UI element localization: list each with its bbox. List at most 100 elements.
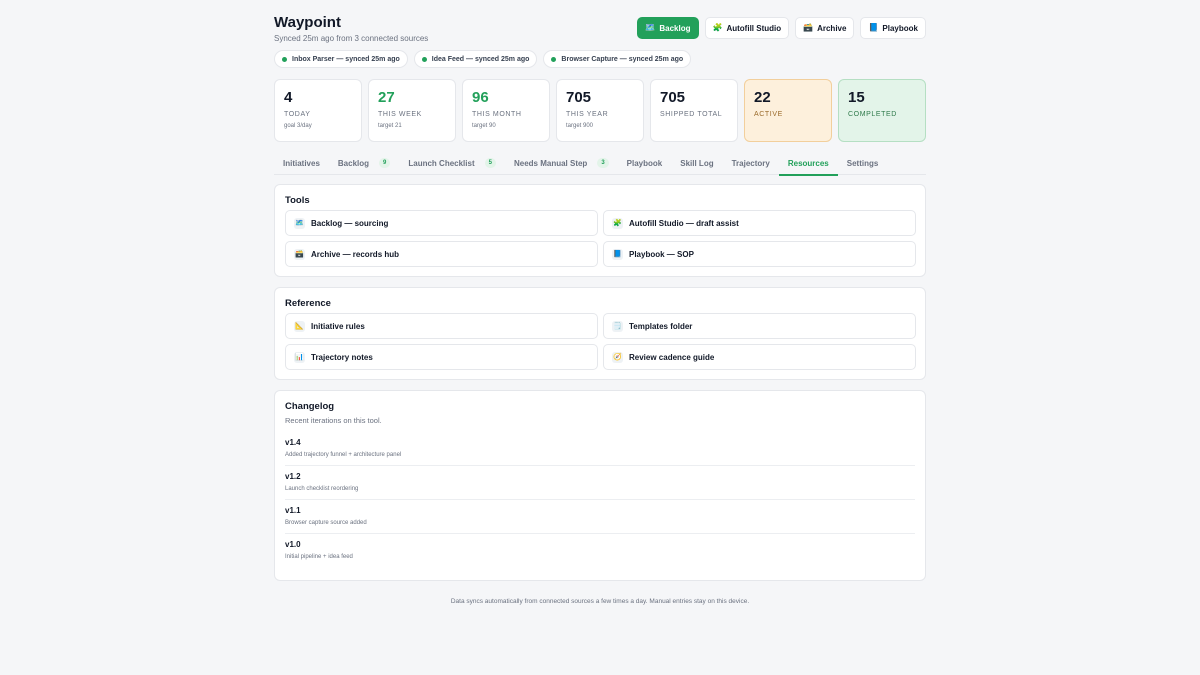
app-title: Waypoint bbox=[274, 14, 341, 31]
tab-resources[interactable]: Resources bbox=[778, 151, 838, 176]
reference-card: Reference 📐 Initiative rules 🗒️ Template… bbox=[274, 287, 926, 380]
tool-link-archive[interactable]: 🗃️ Archive — records hub bbox=[285, 241, 598, 267]
tab-label: Settings bbox=[846, 158, 879, 168]
playbook-link-label: Playbook bbox=[882, 23, 918, 33]
status-dot-icon bbox=[421, 56, 427, 62]
reference-link-templates-folder[interactable]: 🗒️ Templates folder bbox=[603, 313, 916, 339]
source-status-label: Browser Capture — synced 25m ago bbox=[561, 55, 684, 63]
archive-icon: 🗃️ bbox=[294, 248, 305, 260]
changelog-card: Changelog Recent iterations on this tool… bbox=[274, 390, 926, 581]
autofill-studio-link-button[interactable]: 🧩 Autofill Studio bbox=[704, 17, 790, 39]
sync-subtitle: Synced 25m ago from 3 connected sources bbox=[274, 34, 429, 43]
book-icon: 📘 bbox=[612, 248, 623, 260]
stats-row: 4 TODAY goal 3/day 27 THIS WEEK target 2… bbox=[274, 79, 926, 142]
source-status-pill: Browser Capture — synced 25m ago bbox=[543, 50, 692, 68]
status-dot-icon bbox=[551, 56, 557, 62]
changelog-entry: v1.0 Initial pipeline + idea feed bbox=[285, 534, 915, 568]
stat-card-completed: 15 COMPLETED bbox=[838, 79, 926, 142]
tab-initiatives[interactable]: Initiatives bbox=[274, 151, 329, 175]
changelog-version: v1.0 bbox=[285, 540, 301, 549]
reference-grid: 📐 Initiative rules 🗒️ Templates folder 📊… bbox=[285, 313, 916, 370]
source-status-pill: Idea Feed — synced 25m ago bbox=[413, 50, 538, 68]
book-icon: 📘 bbox=[868, 23, 879, 32]
tile-label: Backlog — sourcing bbox=[311, 218, 389, 228]
tab-label: Backlog bbox=[337, 158, 370, 168]
header: Waypoint Synced 25m ago from 3 connected… bbox=[274, 0, 926, 79]
tab-backlog[interactable]: Backlog 9 bbox=[329, 151, 399, 175]
changelog-entry: v1.2 Launch checklist reordering bbox=[285, 466, 915, 500]
count-badge: 9 bbox=[379, 158, 391, 168]
stat-value: 705 bbox=[566, 89, 592, 106]
stat-sub: target 90 bbox=[472, 123, 496, 129]
stat-label: THIS MONTH bbox=[472, 111, 522, 118]
archive-link-label: Archive bbox=[817, 23, 847, 33]
tab-label: Skill Log bbox=[680, 158, 714, 168]
autofill-studio-link-label: Autofill Studio bbox=[726, 23, 782, 33]
changelog-note: Initial pipeline + idea feed bbox=[285, 554, 353, 560]
bar-chart-icon: 📊 bbox=[294, 351, 305, 363]
app-container: Waypoint Synced 25m ago from 3 connected… bbox=[274, 0, 926, 605]
tools-grid: 🗺️ Backlog — sourcing 🧩 Autofill Studio … bbox=[285, 210, 916, 267]
stat-card-this-year: 705 THIS YEAR target 900 bbox=[556, 79, 644, 142]
tab-skill-log[interactable]: Skill Log bbox=[671, 151, 722, 175]
playbook-link-button[interactable]: 📘 Playbook bbox=[860, 17, 926, 39]
reference-link-initiative-rules[interactable]: 📐 Initiative rules bbox=[285, 313, 598, 339]
reference-link-review-cadence[interactable]: 🧭 Review cadence guide bbox=[603, 344, 916, 370]
stat-card-this-month: 96 THIS MONTH target 90 bbox=[462, 79, 550, 142]
stat-card-active: 22 ACTIVE bbox=[744, 79, 832, 142]
stat-label: TODAY bbox=[284, 111, 311, 118]
stat-value: 27 bbox=[378, 89, 395, 106]
changelog-entry: v1.4 Added trajectory funnel + architect… bbox=[285, 432, 915, 466]
compass-icon: 🧭 bbox=[612, 351, 623, 363]
tool-links: 🗺️ Backlog 🧩 Autofill Studio 🗃️ Archive … bbox=[637, 17, 926, 39]
map-icon: 🗺️ bbox=[294, 217, 305, 229]
tool-link-backlog[interactable]: 🗺️ Backlog — sourcing bbox=[285, 210, 598, 236]
stat-card-shipped-total: 705 SHIPPED TOTAL bbox=[650, 79, 738, 142]
tab-playbook[interactable]: Playbook bbox=[618, 151, 672, 175]
tile-label: Templates folder bbox=[629, 321, 693, 331]
footer-note: Data syncs automatically from connected … bbox=[450, 598, 750, 605]
stat-label: THIS YEAR bbox=[566, 111, 609, 118]
backlog-link-button[interactable]: 🗺️ Backlog bbox=[637, 17, 699, 39]
source-status-label: Idea Feed — synced 25m ago bbox=[431, 55, 530, 63]
changelog-version: v1.1 bbox=[285, 506, 301, 515]
tile-label: Playbook — SOP bbox=[629, 249, 694, 259]
changelog-description: Recent iterations on this tool. bbox=[285, 416, 382, 425]
stat-label: THIS WEEK bbox=[378, 111, 422, 118]
changelog-heading: Changelog bbox=[285, 401, 335, 412]
stat-sub: target 900 bbox=[566, 123, 594, 129]
stat-sub: target 21 bbox=[378, 123, 402, 129]
source-status-label: Inbox Parser — synced 25m ago bbox=[292, 55, 400, 63]
source-status-pill: Inbox Parser — synced 25m ago bbox=[274, 50, 408, 68]
count-badge: 3 bbox=[597, 158, 609, 168]
tab-settings[interactable]: Settings bbox=[838, 151, 888, 175]
tab-trajectory[interactable]: Trajectory bbox=[723, 151, 779, 175]
tools-heading: Tools bbox=[285, 195, 310, 206]
tab-label: Initiatives bbox=[283, 158, 320, 168]
stat-card-this-week: 27 THIS WEEK target 21 bbox=[368, 79, 456, 142]
stat-value: 705 bbox=[660, 89, 686, 106]
tab-needs-manual-step[interactable]: Needs Manual Step 3 bbox=[505, 151, 618, 175]
tab-label: Playbook bbox=[626, 158, 663, 168]
tab-label: Needs Manual Step bbox=[513, 158, 588, 168]
stat-value: 4 bbox=[284, 89, 293, 106]
changelog-version: v1.2 bbox=[285, 472, 301, 481]
reference-link-trajectory-notes[interactable]: 📊 Trajectory notes bbox=[285, 344, 598, 370]
tool-link-playbook[interactable]: 📘 Playbook — SOP bbox=[603, 241, 916, 267]
changelog-list: v1.4 Added trajectory funnel + architect… bbox=[285, 432, 915, 568]
changelog-note: Launch checklist reordering bbox=[285, 486, 359, 492]
changelog-version: v1.4 bbox=[285, 438, 301, 447]
puzzle-icon: 🧩 bbox=[712, 23, 723, 32]
tile-label: Initiative rules bbox=[311, 321, 365, 331]
stat-label: ACTIVE bbox=[754, 111, 783, 118]
tool-link-autofill-studio[interactable]: 🧩 Autofill Studio — draft assist bbox=[603, 210, 916, 236]
changelog-note: Browser capture source added bbox=[285, 520, 367, 526]
puzzle-icon: 🧩 bbox=[612, 217, 623, 229]
archive-link-button[interactable]: 🗃️ Archive bbox=[795, 17, 855, 39]
tab-label: Launch Checklist bbox=[408, 158, 475, 168]
notepad-icon: 🗒️ bbox=[612, 320, 623, 332]
ruler-icon: 📐 bbox=[294, 320, 305, 332]
reference-heading: Reference bbox=[285, 298, 331, 309]
status-dot-icon bbox=[282, 56, 287, 62]
tab-launch-checklist[interactable]: Launch Checklist 5 bbox=[399, 151, 505, 175]
